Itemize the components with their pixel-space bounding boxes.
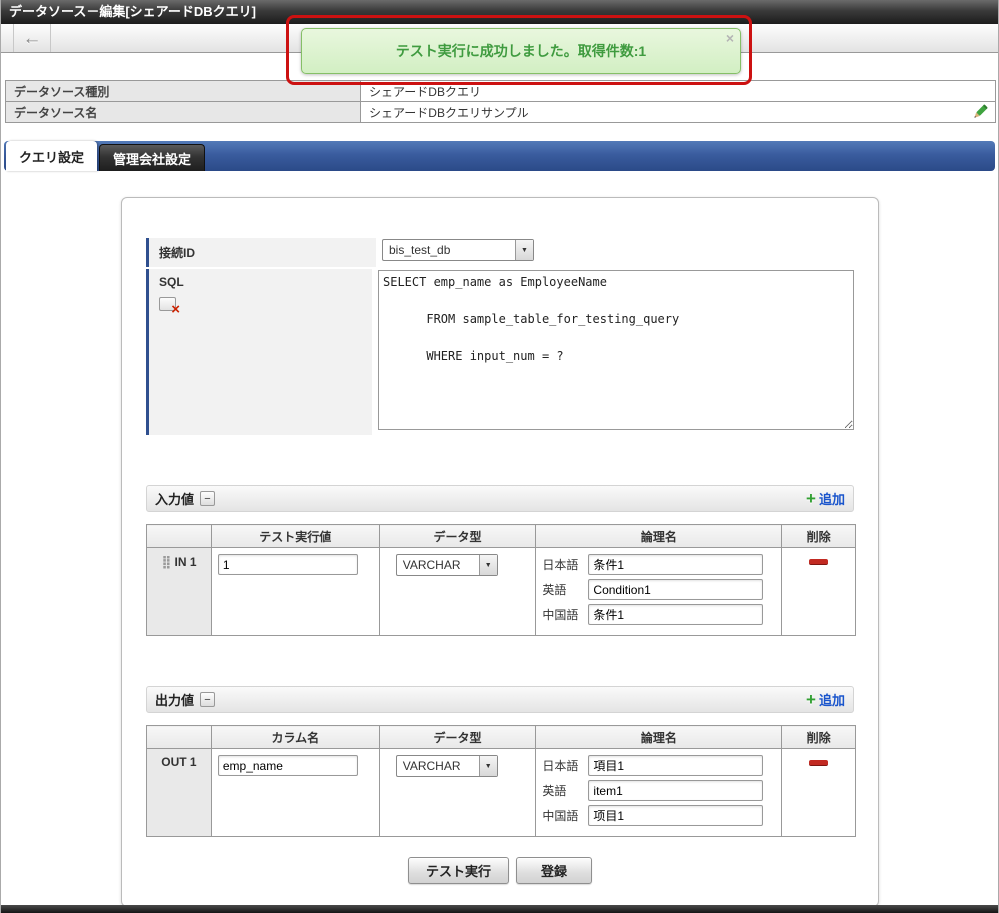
logical-name-zh-input[interactable]	[588, 805, 764, 826]
input-data-type-select[interactable]: VARCHAR ▼	[395, 554, 498, 576]
column-header-test-value: テスト実行値	[210, 524, 380, 548]
plus-icon: +	[806, 690, 816, 709]
column-header-delete: 削除	[781, 524, 856, 548]
tab-content: 接続ID bis_test_db ▼ SQL × SELECT emp_name	[1, 171, 998, 907]
logical-name-row-ja: 日本語	[542, 755, 775, 776]
logical-name-en-input[interactable]	[588, 579, 764, 600]
tab-query-settings[interactable]: クエリ設定	[6, 141, 97, 171]
chevron-down-icon: ▼	[521, 246, 528, 254]
logical-name-en-input[interactable]	[588, 780, 764, 801]
datasource-name-value: シェアードDBクエリサンプル	[360, 101, 996, 124]
connection-id-select[interactable]: bis_test_db ▼	[382, 239, 534, 261]
add-output-row-link[interactable]: + 追加	[806, 690, 845, 709]
column-header-delete: 削除	[781, 725, 856, 749]
output-values-table: カラム名 データ型 論理名 削除 OUT 1 VARCHAR	[146, 725, 856, 837]
column-header-logical-name: 論理名	[535, 524, 783, 548]
table-row: データソース種別 シェアードDBクエリ	[5, 80, 996, 102]
action-buttons: テスト実行 登録	[146, 857, 854, 884]
success-toast: テスト実行に成功しました。取得件数:1 ×	[301, 28, 741, 74]
input-row-head: ⣿ IN 1	[146, 547, 212, 636]
table-row: データソース名 シェアードDBクエリサンプル	[5, 101, 996, 124]
logical-name-ja-input[interactable]	[588, 755, 764, 776]
test-value-input[interactable]	[217, 554, 358, 575]
sql-label: SQL	[159, 275, 184, 289]
table-header-row: テスト実行値 データ型 論理名 削除	[146, 524, 856, 548]
collapse-toggle-button[interactable]: −	[200, 692, 216, 707]
delete-row-button[interactable]	[809, 559, 829, 565]
logical-name-row-en: 英語	[542, 579, 775, 600]
delete-row-button[interactable]	[809, 760, 829, 766]
logical-name-zh-row: 中国語	[542, 805, 775, 826]
input-values-table: テスト実行値 データ型 論理名 削除 ⣿IN 1 VARCHAR	[146, 524, 856, 636]
input-values-title: 入力値	[155, 492, 195, 507]
chevron-down-icon: ▼	[484, 762, 492, 770]
datasource-type-value: シェアードDBクエリ	[360, 80, 996, 102]
column-header-logical-name: 論理名	[535, 725, 783, 749]
column-header	[146, 524, 212, 548]
logical-name-zh-row: 中国語	[542, 604, 775, 625]
register-button[interactable]: 登録	[516, 857, 592, 884]
column-header-data-type: データ型	[378, 524, 537, 548]
sql-clear-icon[interactable]: ×	[159, 297, 180, 317]
table-row: ⣿IN 1 VARCHAR ▼ 日本語	[146, 547, 856, 636]
red-x-icon: ×	[171, 301, 180, 318]
table-row: OUT 1 VARCHAR ▼ 日本語	[146, 748, 856, 837]
dropdown-button[interactable]: ▼	[478, 756, 497, 776]
row-id: OUT 1	[161, 755, 197, 769]
collapse-toggle-button[interactable]: −	[200, 491, 216, 506]
connection-id-selected-value: bis_test_db	[389, 243, 451, 257]
add-input-row-link[interactable]: + 追加	[806, 489, 845, 508]
dropdown-button[interactable]: ▼	[478, 555, 497, 575]
tab-admin-company-settings[interactable]: 管理会社設定	[99, 144, 205, 171]
test-run-button[interactable]: テスト実行	[407, 857, 509, 884]
drag-handle-icon[interactable]: ⣿	[161, 554, 171, 569]
logical-name-zh-input[interactable]	[588, 604, 764, 625]
datasource-type-label: データソース種別	[5, 80, 361, 102]
column-header-column-name: カラム名	[210, 725, 380, 749]
chevron-down-icon: ▼	[484, 561, 492, 569]
datasource-name-label: データソース名	[5, 101, 361, 123]
output-data-type-select[interactable]: VARCHAR ▼	[395, 755, 498, 777]
page-title: データソース－編集[シェアードDBクエリ]	[9, 4, 257, 19]
tab-bar: クエリ設定 管理会社設定	[4, 141, 995, 171]
toast-message: テスト実行に成功しました。取得件数:1	[395, 43, 647, 59]
sql-row: SQL × SELECT emp_name as EmployeeName FR…	[146, 269, 854, 435]
close-icon[interactable]: ×	[726, 30, 734, 46]
query-settings-panel: 接続ID bis_test_db ▼ SQL × SELECT emp_name	[121, 197, 879, 907]
column-header	[146, 725, 212, 749]
logical-name-row-en: 英語	[542, 780, 775, 801]
bottom-bar	[1, 905, 998, 913]
connection-id-label: 接続ID	[146, 238, 376, 267]
datasource-info-table: データソース種別 シェアードDBクエリ データソース名 シェアードDBクエリサン…	[5, 80, 996, 123]
row-id: IN 1	[174, 555, 197, 569]
application-window: データソース－編集[シェアードDBクエリ] ← テスト実行に成功しました。取得件…	[0, 0, 999, 913]
column-header-data-type: データ型	[378, 725, 537, 749]
logical-name-row-ja: 日本語	[542, 554, 775, 575]
sql-textarea[interactable]: SELECT emp_name as EmployeeName FROM sam…	[378, 270, 854, 430]
dropdown-button[interactable]: ▼	[515, 240, 533, 260]
logical-name-ja-input[interactable]	[588, 554, 764, 575]
edit-pencil-icon[interactable]	[971, 103, 989, 124]
back-button[interactable]: ←	[13, 24, 51, 52]
output-row-head: OUT 1	[146, 748, 212, 837]
connection-id-row: 接続ID bis_test_db ▼	[146, 238, 854, 267]
column-name-input[interactable]	[217, 755, 358, 776]
plus-icon: +	[806, 489, 816, 508]
input-values-section-bar: 入力値 − + 追加	[146, 485, 854, 512]
table-header-row: カラム名 データ型 論理名 削除	[146, 725, 856, 749]
sql-label-cell: SQL ×	[146, 269, 372, 435]
data-type-selected-value: VARCHAR	[402, 759, 461, 773]
back-arrow-icon: ←	[22, 27, 42, 49]
output-values-section-bar: 出力値 − + 追加	[146, 686, 854, 713]
page-title-bar: データソース－編集[シェアードDBクエリ]	[1, 0, 998, 24]
output-values-title: 出力値	[155, 693, 195, 708]
data-type-selected-value: VARCHAR	[402, 558, 461, 572]
